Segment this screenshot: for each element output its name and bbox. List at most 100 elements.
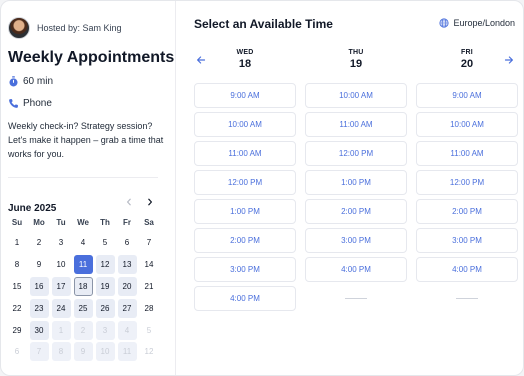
calendar-day-number: 11 (73, 255, 93, 275)
calendar-day-number: 27 (117, 298, 137, 318)
calendar-day: 3 (50, 232, 72, 254)
calendar-day: 22 (6, 297, 28, 319)
time-slot-button[interactable]: 1:00 PM (194, 199, 296, 224)
calendar-day: 6 (6, 341, 28, 363)
calendar-day-number: 10 (56, 260, 66, 270)
calendar-month-label: June 2025 (8, 203, 57, 214)
calendar-day-number: 25 (73, 298, 93, 318)
day-of-week-label: THU (348, 49, 364, 56)
calendar-day-number: 7 (146, 238, 152, 248)
calendar-day-number: 2 (73, 320, 93, 340)
calendar-day: 21 (138, 276, 160, 298)
calendar-day[interactable]: 26 (94, 297, 116, 319)
calendar-day-number: 6 (14, 347, 20, 357)
time-slot-button[interactable]: 10:00 AM (416, 112, 518, 137)
time-slot-button[interactable]: 12:00 PM (416, 170, 518, 195)
calendar-day[interactable]: 17 (50, 276, 72, 298)
time-slot-button[interactable]: 11:00 AM (416, 141, 518, 166)
calendar-header: June 2025 (8, 195, 158, 214)
calendar-day-number: 8 (51, 342, 71, 362)
time-slot-button[interactable]: 11:00 AM (194, 141, 296, 166)
time-slot-button[interactable]: 4:00 PM (194, 286, 296, 311)
calendar-day[interactable]: 11 (72, 254, 94, 276)
day-column: THU 19 10:00 AM 11:00 AM 12:00 PM 1:00 PM 2:00… (305, 49, 407, 299)
calendar-day[interactable]: 27 (116, 297, 138, 319)
calendar-day: 10 (50, 254, 72, 276)
calendar-day: 6 (116, 232, 138, 254)
time-slot-button[interactable]: 11:00 AM (305, 112, 407, 137)
calendar-day[interactable]: 25 (72, 297, 94, 319)
calendar-day[interactable]: 23 (28, 297, 50, 319)
day-column-header: FRI 20 (416, 49, 518, 79)
day-of-week-label: WED (236, 49, 254, 56)
calendar-day[interactable]: 12 (94, 254, 116, 276)
time-slot-list: 9:00 AM 10:00 AM 11:00 AM 12:00 PM 2:00 PM 3:… (416, 83, 518, 311)
day-column-header: WED 18 (194, 49, 296, 79)
time-slot-button[interactable]: 1:00 PM (305, 170, 407, 195)
time-slot-button[interactable]: 3:00 PM (416, 228, 518, 253)
calendar-day[interactable]: 30 (28, 319, 50, 341)
time-slot-button[interactable]: 4:00 PM (305, 257, 407, 282)
calendar-day-number: 10 (95, 342, 115, 362)
calendar-day: 1 (6, 232, 28, 254)
stopwatch-icon (9, 76, 18, 87)
calendar-day[interactable]: 13 (116, 254, 138, 276)
host-info: Hosted by: Sam King (8, 17, 122, 39)
calendar-day[interactable]: 18 (72, 276, 94, 298)
location-label: Phone (23, 98, 52, 109)
calendar-day-number: 16 (29, 276, 49, 296)
prev-month-button[interactable] (122, 195, 136, 209)
calendar-day: 4 (116, 319, 138, 341)
calendar-day: 10 (94, 341, 116, 363)
event-title: Weekly Appointments (8, 49, 175, 66)
calendar-day: 7 (28, 341, 50, 363)
calendar-day: 12 (138, 341, 160, 363)
weekday-label: We (77, 218, 89, 227)
day-number-label: 19 (349, 58, 363, 70)
calendar-day-number: 14 (144, 260, 154, 270)
weekday-label: Mo (33, 218, 45, 227)
calendar-day-number: 9 (36, 260, 42, 270)
time-slot-button[interactable]: 9:00 AM (416, 83, 518, 108)
time-slot-button[interactable]: 3:00 PM (305, 228, 407, 253)
time-slot-button[interactable]: 3:00 PM (194, 257, 296, 282)
calendar-day-number: 23 (29, 298, 49, 318)
calendar-day: 14 (138, 254, 160, 276)
calendar-day: 8 (6, 254, 28, 276)
divider (456, 298, 478, 299)
day-column: WED 18 9:00 AM 10:00 AM 11:00 AM 12:00 PM 1:00… (194, 49, 296, 311)
calendar-day[interactable]: 16 (28, 276, 50, 298)
calendar-day[interactable]: 24 (50, 297, 72, 319)
day-number-label: 18 (238, 58, 252, 70)
calendar-day-number: 4 (117, 320, 137, 340)
next-month-button[interactable] (143, 195, 157, 209)
calendar-day-number: 24 (51, 298, 71, 318)
time-slot-button[interactable]: 12:00 PM (305, 141, 407, 166)
calendar-day: 9 (72, 341, 94, 363)
event-details-panel: Hosted by: Sam King Weekly Appointments … (1, 1, 176, 375)
time-slot-button[interactable]: 10:00 AM (305, 83, 407, 108)
time-slot-button[interactable]: 9:00 AM (194, 83, 296, 108)
calendar-day[interactable]: 19 (94, 276, 116, 298)
calendar-day-number: 9 (73, 342, 93, 362)
time-slot-button[interactable]: 4:00 PM (416, 257, 518, 282)
time-slot-button[interactable]: 2:00 PM (194, 228, 296, 253)
chevron-right-icon (148, 198, 152, 206)
calendar-day-number: 3 (95, 320, 115, 340)
day-of-week-label: FRI (461, 49, 473, 56)
time-slot-button[interactable]: 2:00 PM (416, 199, 518, 224)
no-more-slots-divider (305, 286, 407, 311)
time-slot-button[interactable]: 12:00 PM (194, 170, 296, 195)
calendar-day: 7 (138, 232, 160, 254)
time-slot-button[interactable]: 10:00 AM (194, 112, 296, 137)
calendar-day-number: 26 (95, 298, 115, 318)
calendar-day-number: 5 (146, 325, 152, 335)
calendar-day[interactable]: 20 (116, 276, 138, 298)
weekday-label: Fr (123, 218, 131, 227)
duration-label: 60 min (23, 76, 54, 87)
globe-icon (439, 18, 450, 28)
weekday-label: Su (11, 218, 23, 227)
time-slot-button[interactable]: 2:00 PM (305, 199, 407, 224)
timezone-selector[interactable]: Europe/London (439, 18, 515, 28)
day-column-header: THU 19 (305, 49, 407, 79)
